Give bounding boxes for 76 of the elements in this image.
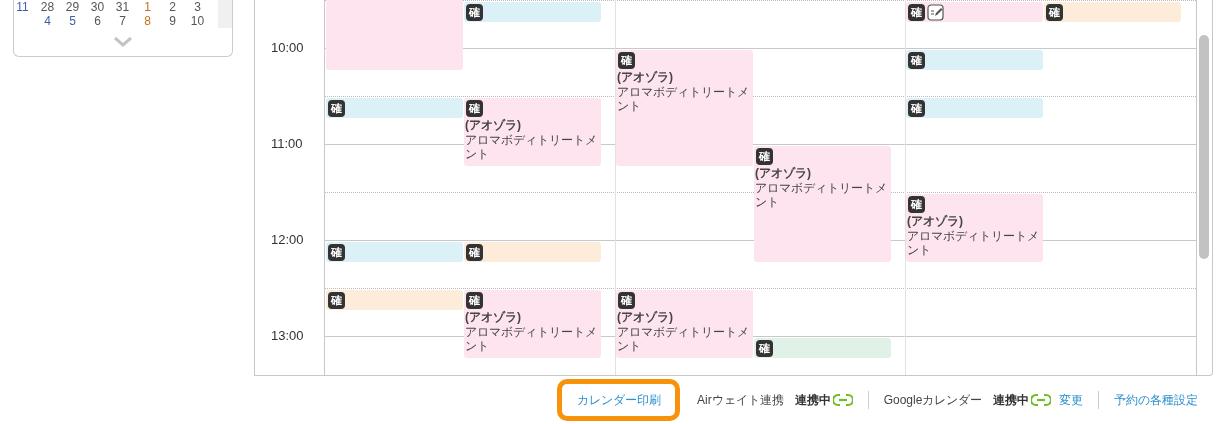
- appointment-block[interactable]: 確: [326, 242, 463, 262]
- service-name: アロマボディトリートメント: [465, 133, 598, 161]
- calendar-date[interactable]: 30: [90, 0, 105, 14]
- chevron-down-icon[interactable]: [113, 36, 133, 48]
- calendar-date[interactable]: 7: [119, 14, 126, 28]
- scrollbar-thumb[interactable]: [1199, 35, 1209, 259]
- confirmed-badge: 確: [908, 100, 925, 117]
- calendar-date[interactable]: 31: [115, 0, 130, 14]
- calendar-date[interactable]: 5: [69, 14, 76, 28]
- reservation-settings-link[interactable]: 予約の各種設定: [1114, 391, 1199, 409]
- calendar-date[interactable]: 29: [65, 0, 80, 14]
- confirmed-badge: 確: [466, 292, 483, 309]
- change-link[interactable]: 変更: [1059, 391, 1084, 409]
- link-icon: [832, 393, 853, 407]
- service-name: アロマボディトリートメント: [617, 325, 750, 353]
- service-name: アロマボディトリートメント: [755, 181, 888, 209]
- confirmed-badge: 確: [328, 100, 345, 117]
- time-label: 10:00: [271, 40, 304, 56]
- confirmed-badge: 確: [618, 52, 635, 69]
- week-number: 11: [16, 0, 29, 14]
- appointment-block[interactable]: 確: [1044, 2, 1181, 22]
- service-name: アロマボディトリートメント: [907, 229, 1040, 257]
- confirmed-badge: 確: [756, 148, 773, 165]
- appointment-block[interactable]: 確: [464, 2, 601, 22]
- integration-status: 連携中: [993, 392, 1030, 409]
- memo-icon: [927, 4, 944, 21]
- appointment-block[interactable]: 確: [906, 50, 1043, 70]
- appointment-block[interactable]: 確 (アオゾラ) アロマボディトリートメント: [464, 290, 601, 358]
- service-name: アロマボディトリートメント: [617, 85, 750, 113]
- calendar-date[interactable]: 3: [194, 0, 201, 14]
- calendar-date[interactable]: 28: [40, 0, 55, 14]
- print-calendar-button[interactable]: カレンダー印刷: [557, 379, 680, 421]
- calendar-date[interactable]: 2: [169, 0, 176, 14]
- appointment-block[interactable]: 確: [906, 2, 1043, 22]
- confirmed-badge: 確: [1046, 4, 1063, 21]
- service-name: アロマボディトリートメント: [465, 325, 598, 353]
- customer-name: (アオゾラ): [465, 117, 522, 133]
- calendar-date[interactable]: 9: [169, 14, 176, 28]
- calendar-date[interactable]: 8: [144, 14, 151, 28]
- time-label: 11:00: [271, 136, 303, 152]
- confirmed-badge: 確: [756, 340, 773, 357]
- link-icon: [1031, 393, 1052, 407]
- confirmed-badge: 確: [466, 244, 483, 261]
- scrollbar[interactable]: [218, 0, 232, 28]
- time-label: 12:00: [271, 232, 304, 248]
- customer-name: (アオゾラ): [907, 213, 964, 229]
- appointment-block[interactable]: 確 (アオゾラ) アロマボディトリートメント: [616, 290, 753, 358]
- integration-status: 連携中: [794, 392, 831, 409]
- confirmed-badge: 確: [466, 100, 483, 117]
- customer-name: (アオゾラ): [465, 309, 522, 325]
- confirmed-badge: 確: [908, 4, 925, 21]
- confirmed-badge: 確: [908, 52, 925, 69]
- confirmed-badge: 確: [908, 196, 925, 213]
- customer-name: (アオゾラ): [617, 309, 674, 325]
- integration-label: Googleカレンダー: [883, 392, 983, 409]
- calendar-date[interactable]: 10: [190, 14, 205, 28]
- calendar-date[interactable]: 1: [144, 0, 151, 14]
- integration-label: Airウェイト連携: [697, 392, 784, 409]
- customer-name: (アオゾラ): [617, 69, 674, 85]
- appointment-block[interactable]: 確 (アオゾラ) アロマボディトリートメント: [616, 50, 753, 166]
- calendar-date[interactable]: 4: [44, 14, 51, 28]
- customer-name: (アオゾラ): [755, 165, 812, 181]
- confirmed-badge: 確: [328, 292, 345, 309]
- confirmed-badge: 確: [466, 4, 483, 21]
- appointment-block[interactable]: 確 (アオゾラ) アロマボディトリートメント: [906, 194, 1043, 262]
- appointment-block[interactable]: 確: [754, 338, 891, 358]
- confirmed-badge: 確: [618, 292, 635, 309]
- appointment-block[interactable]: 確: [906, 98, 1043, 118]
- time-label: 13:00: [271, 328, 304, 344]
- appointment-block[interactable]: 確 (アオゾラ) アロマボディトリートメント: [464, 98, 601, 166]
- appointment-block[interactable]: 確 (アオゾラ) アロマボディトリートメント: [754, 146, 891, 262]
- appointment-block[interactable]: 確: [464, 242, 601, 262]
- appointment-block[interactable]: 確: [326, 98, 463, 118]
- confirmed-badge: 確: [328, 244, 345, 261]
- appointment-block[interactable]: 確: [326, 290, 463, 310]
- calendar-date[interactable]: 6: [94, 14, 101, 28]
